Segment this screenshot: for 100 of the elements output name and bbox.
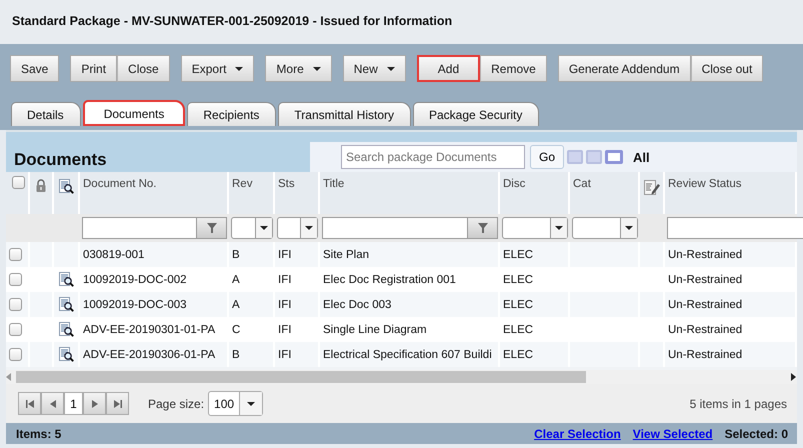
filter-field[interactable]: [667, 217, 803, 239]
toolbar-button[interactable]: More: [265, 55, 332, 82]
status-link[interactable]: Clear Selection: [534, 426, 621, 440]
tab[interactable]: Recipients: [187, 102, 276, 126]
document-edit-icon: [642, 178, 660, 196]
section-heading: Documents: [13, 150, 107, 171]
toolbar-button[interactable]: Print: [70, 55, 118, 82]
table-row[interactable]: ADV-EE-20190306-01-PA B IFI Electrical Specification 607 Buildi ELEC Un-Restrained: [6, 342, 797, 367]
last-page-button[interactable]: [106, 392, 129, 415]
column-header[interactable]: Document No.: [83, 178, 157, 190]
table-cell: IFI: [278, 298, 292, 310]
table-cell: IFI: [278, 274, 292, 286]
previous-page-icon: [48, 398, 58, 408]
toolbar-button[interactable]: Generate Addendum: [558, 55, 691, 82]
filter-button[interactable]: [196, 218, 226, 238]
table-cell: B: [232, 248, 240, 260]
funnel-icon: [206, 223, 216, 233]
filter-dropdown[interactable]: [277, 217, 318, 239]
document-search-icon[interactable]: [58, 346, 74, 363]
search-field[interactable]: Search package Documents: [341, 145, 525, 169]
column-header[interactable]: Title: [323, 178, 344, 190]
checkbox[interactable]: [9, 248, 22, 261]
toolbar-button[interactable]: Remove: [480, 55, 547, 82]
checkbox[interactable]: [9, 298, 22, 311]
page-number[interactable]: 1: [64, 392, 83, 415]
caret-icon: [312, 66, 321, 70]
scroll-right-icon: [791, 373, 797, 381]
table-cell: ADV-EE-20190301-01-PA: [83, 324, 216, 336]
first-page-button[interactable]: [18, 392, 41, 415]
toolbar-button[interactable]: Close: [117, 55, 170, 82]
table-cell: 10092019-DOC-003: [83, 298, 187, 310]
horizontal-scrollbar[interactable]: [6, 370, 797, 384]
scroll-left-icon: [6, 373, 12, 381]
checkbox[interactable]: [12, 176, 25, 189]
tab[interactable]: Details: [11, 102, 81, 126]
filter-field[interactable]: [322, 217, 498, 239]
table-cell: ELEC: [503, 274, 534, 286]
filter-dropdown[interactable]: [502, 217, 568, 239]
table-cell: Electrical Specification 607 Buildi: [323, 348, 492, 360]
table-cell: Site Plan: [323, 248, 370, 260]
table-cell: A: [232, 298, 240, 310]
table-cell: Elec Doc Registration 001: [323, 274, 456, 286]
checkbox[interactable]: [9, 348, 22, 361]
toolbar-button[interactable]: Save: [10, 55, 60, 82]
table-cell: Un-Restrained: [668, 298, 742, 310]
table-cell: 10092019-DOC-002: [83, 274, 187, 286]
scrollbar-thumb[interactable]: [16, 371, 586, 383]
funnel-icon: [478, 223, 488, 233]
table-cell: B: [232, 348, 240, 360]
window-title: Standard Package - MV-SUNWATER-001-25092019 - Issued for Information: [12, 14, 452, 28]
table-cell: ELEC: [503, 298, 534, 310]
tab[interactable]: Transmittal History: [278, 102, 411, 126]
checkbox[interactable]: [9, 273, 22, 286]
toolbar-button[interactable]: Export: [180, 55, 254, 82]
page-size-dropdown[interactable]: 100: [208, 391, 264, 416]
table-cell: ELEC: [503, 348, 534, 360]
document-search-icon[interactable]: [58, 321, 74, 338]
table-row[interactable]: 10092019-DOC-003 A IFI Elec Doc 003 ELEC Un-Restrained: [6, 292, 797, 317]
view-mode-toggle[interactable]: [586, 150, 602, 164]
tab[interactable]: Package Security: [413, 102, 540, 126]
table-row[interactable]: 10092019-DOC-002 A IFI Elec Doc Registration 001 ELEC Un-Restrained: [6, 267, 797, 292]
column-header[interactable]: Rev: [232, 178, 252, 190]
filter-field[interactable]: [82, 217, 227, 239]
next-page-button[interactable]: [83, 392, 106, 415]
document-search-icon[interactable]: [58, 296, 74, 313]
table-cell: Un-Restrained: [668, 348, 742, 360]
filter-dropdown[interactable]: [231, 217, 273, 239]
column-header[interactable]: Cat: [573, 178, 591, 190]
filter-button[interactable]: [467, 218, 497, 238]
checkbox[interactable]: [9, 323, 22, 336]
table-cell: IFI: [278, 348, 292, 360]
first-page-icon: [24, 398, 34, 408]
lock-icon: [34, 178, 48, 193]
table-row[interactable]: ADV-EE-20190301-01-PA C IFI Single Line Diagram ELEC Un-Restrained: [6, 317, 797, 342]
status-link[interactable]: View Selected: [632, 426, 713, 440]
tab[interactable]: Documents: [82, 100, 186, 126]
document-search-icon[interactable]: [58, 271, 74, 288]
table-cell: IFI: [278, 324, 292, 336]
filter-dropdown[interactable]: [572, 217, 638, 239]
previous-page-button[interactable]: [41, 392, 64, 415]
toolbar-button[interactable]: Add: [416, 55, 480, 82]
toolbar-button[interactable]: New: [342, 55, 406, 82]
table-cell: ELEC: [503, 324, 534, 336]
caret-icon: [305, 226, 313, 230]
table-cell: Elec Doc 003: [323, 298, 392, 310]
column-header[interactable]: Disc: [503, 178, 526, 190]
view-mode-toggle[interactable]: [567, 150, 584, 164]
column-header[interactable]: Review Status: [668, 178, 742, 190]
table-cell: C: [232, 324, 240, 336]
table-cell: Single Line Diagram: [323, 324, 427, 336]
caret-icon: [247, 402, 256, 406]
view-mode-toggle[interactable]: [605, 150, 624, 164]
column-header[interactable]: Sts: [278, 178, 295, 190]
go-button[interactable]: Go: [530, 145, 564, 169]
caret-icon: [386, 66, 395, 70]
table-row[interactable]: 030819-001 B IFI Site Plan ELEC Un-Restrained: [6, 242, 797, 267]
last-page-icon: [112, 398, 122, 408]
toolbar-button[interactable]: Close out: [690, 55, 764, 82]
selected-count: Selected: 0: [724, 426, 788, 440]
view-mode-label: All: [633, 150, 650, 164]
